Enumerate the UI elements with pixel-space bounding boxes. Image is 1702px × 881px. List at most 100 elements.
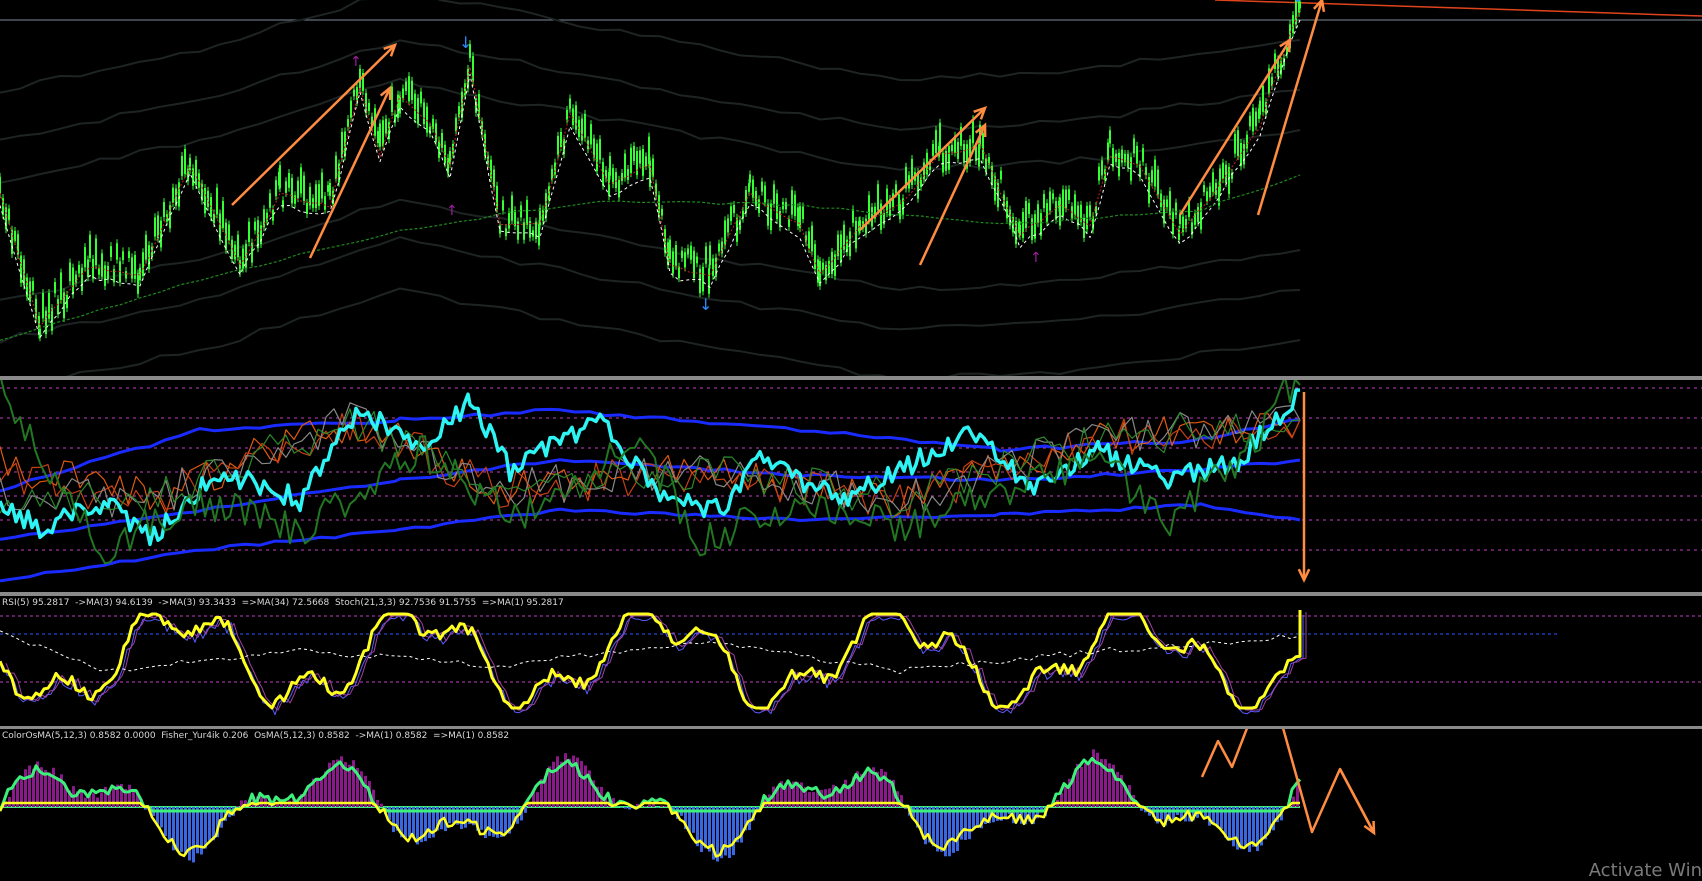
histogram-bar [552, 761, 555, 807]
signal-arrow-down-icon: ↑ [446, 203, 458, 219]
candle-body [335, 155, 337, 180]
candle-body [402, 88, 404, 99]
candle-body [122, 251, 124, 261]
candle-body [639, 150, 641, 164]
candle-body [420, 91, 422, 104]
signal-arrow-down-icon: ↑ [1030, 250, 1042, 266]
candle-body [581, 118, 583, 141]
candle-body [1166, 199, 1168, 208]
candle-body [169, 205, 171, 229]
rsi-stoch-label: RSI(5) 95.2817 ->MA(3) 94.6139 ->MA(3) 9… [2, 598, 564, 608]
histogram-bar [380, 803, 383, 807]
candle-body [75, 274, 77, 283]
candle-body [131, 257, 133, 279]
signal-arrow-up-icon: ↓ [1291, 0, 1304, 6]
candle-body [1000, 170, 1002, 180]
candle-body [92, 258, 94, 279]
candle-body [1052, 193, 1054, 200]
candle-body [1169, 191, 1171, 216]
histogram-bar [724, 807, 727, 856]
candle-body [1157, 169, 1159, 195]
envelope-band [0, 198, 1301, 301]
candle-body [696, 256, 698, 264]
rsi-signal-line [0, 630, 1301, 675]
histogram-bar [52, 767, 55, 807]
histogram-bar [620, 807, 623, 808]
signal-arrow-up-icon: ↓ [459, 33, 472, 52]
candle-body [811, 225, 813, 252]
candle-body [761, 181, 763, 192]
candle-body [405, 81, 407, 92]
histogram-bar [956, 807, 959, 851]
candle-body [1252, 107, 1254, 132]
candle-body [318, 184, 320, 206]
candle-body [1022, 212, 1024, 238]
candle-body [718, 243, 720, 252]
candle-body [972, 119, 974, 144]
osma-pane[interactable]: ColorOsMA(5,12,3) 0.8582 0.0000 Fisher_Y… [0, 729, 1702, 881]
candle-body [1237, 130, 1239, 156]
candle-body [42, 292, 44, 319]
histogram-bar [732, 807, 735, 856]
candle-body [237, 234, 239, 258]
candle-body [157, 215, 159, 239]
histogram-bar [92, 793, 95, 807]
candle-body [455, 117, 457, 132]
candle-body [347, 119, 349, 127]
candle-body [303, 175, 305, 202]
candle-body [699, 268, 701, 294]
candle-body [1212, 172, 1214, 192]
histogram-bar [584, 765, 587, 807]
candle-body [306, 203, 308, 215]
candle-body [1219, 168, 1221, 192]
candle-body [101, 253, 103, 277]
candle-body [137, 273, 139, 294]
candle-body [618, 179, 620, 198]
candle-body [895, 184, 897, 194]
candle-body [554, 162, 556, 175]
histogram-bar [948, 807, 951, 857]
candle-body [1037, 204, 1039, 224]
histogram-bar [1232, 807, 1235, 847]
candle-body [1222, 162, 1224, 180]
signal-arrow-down-icon: ↑ [350, 54, 362, 70]
price-chart-pane[interactable]: ↓ ↓ ↓ ↑ ↑ ↑ [0, 0, 1702, 376]
histogram-bar [664, 805, 667, 807]
candle-body [69, 262, 71, 282]
candle-body [272, 209, 274, 221]
candle-body [1243, 144, 1245, 165]
histogram-bar [452, 807, 455, 823]
candle-body [257, 220, 259, 249]
candle-body [285, 181, 287, 193]
candle-body [72, 267, 74, 295]
candle-body [957, 141, 959, 159]
candle-body [1249, 115, 1251, 127]
candle-body [104, 265, 106, 287]
candle-body [321, 172, 323, 199]
candle-body [125, 271, 127, 279]
candle-body [184, 148, 186, 174]
candle-body [752, 179, 754, 198]
candle-body [612, 168, 614, 185]
candle-body [1025, 200, 1027, 228]
rsi-stoch-pane[interactable]: RSI(5) 95.2817 ->MA(3) 94.6139 ->MA(3) 9… [0, 596, 1702, 726]
candle-body [1240, 142, 1242, 167]
histogram-bar [644, 805, 647, 807]
rsi-stoch-chart [0, 610, 1702, 716]
bands-oscillator-pane[interactable] [0, 380, 1702, 592]
candle-body [678, 266, 680, 279]
middle-band [0, 458, 1301, 541]
trend-line [1214, 0, 1702, 17]
candle-body [575, 105, 577, 130]
candle-body [251, 242, 253, 263]
candle-body [991, 166, 993, 186]
histogram-bar [336, 759, 339, 807]
candle-body [837, 234, 839, 257]
histogram-bar [1060, 792, 1063, 807]
envelope-band [0, 0, 1301, 94]
candle-body [1031, 218, 1033, 240]
candle-body [1043, 194, 1045, 209]
candle-body [1160, 193, 1162, 208]
candle-body [0, 176, 1, 195]
candle-body [705, 246, 707, 264]
